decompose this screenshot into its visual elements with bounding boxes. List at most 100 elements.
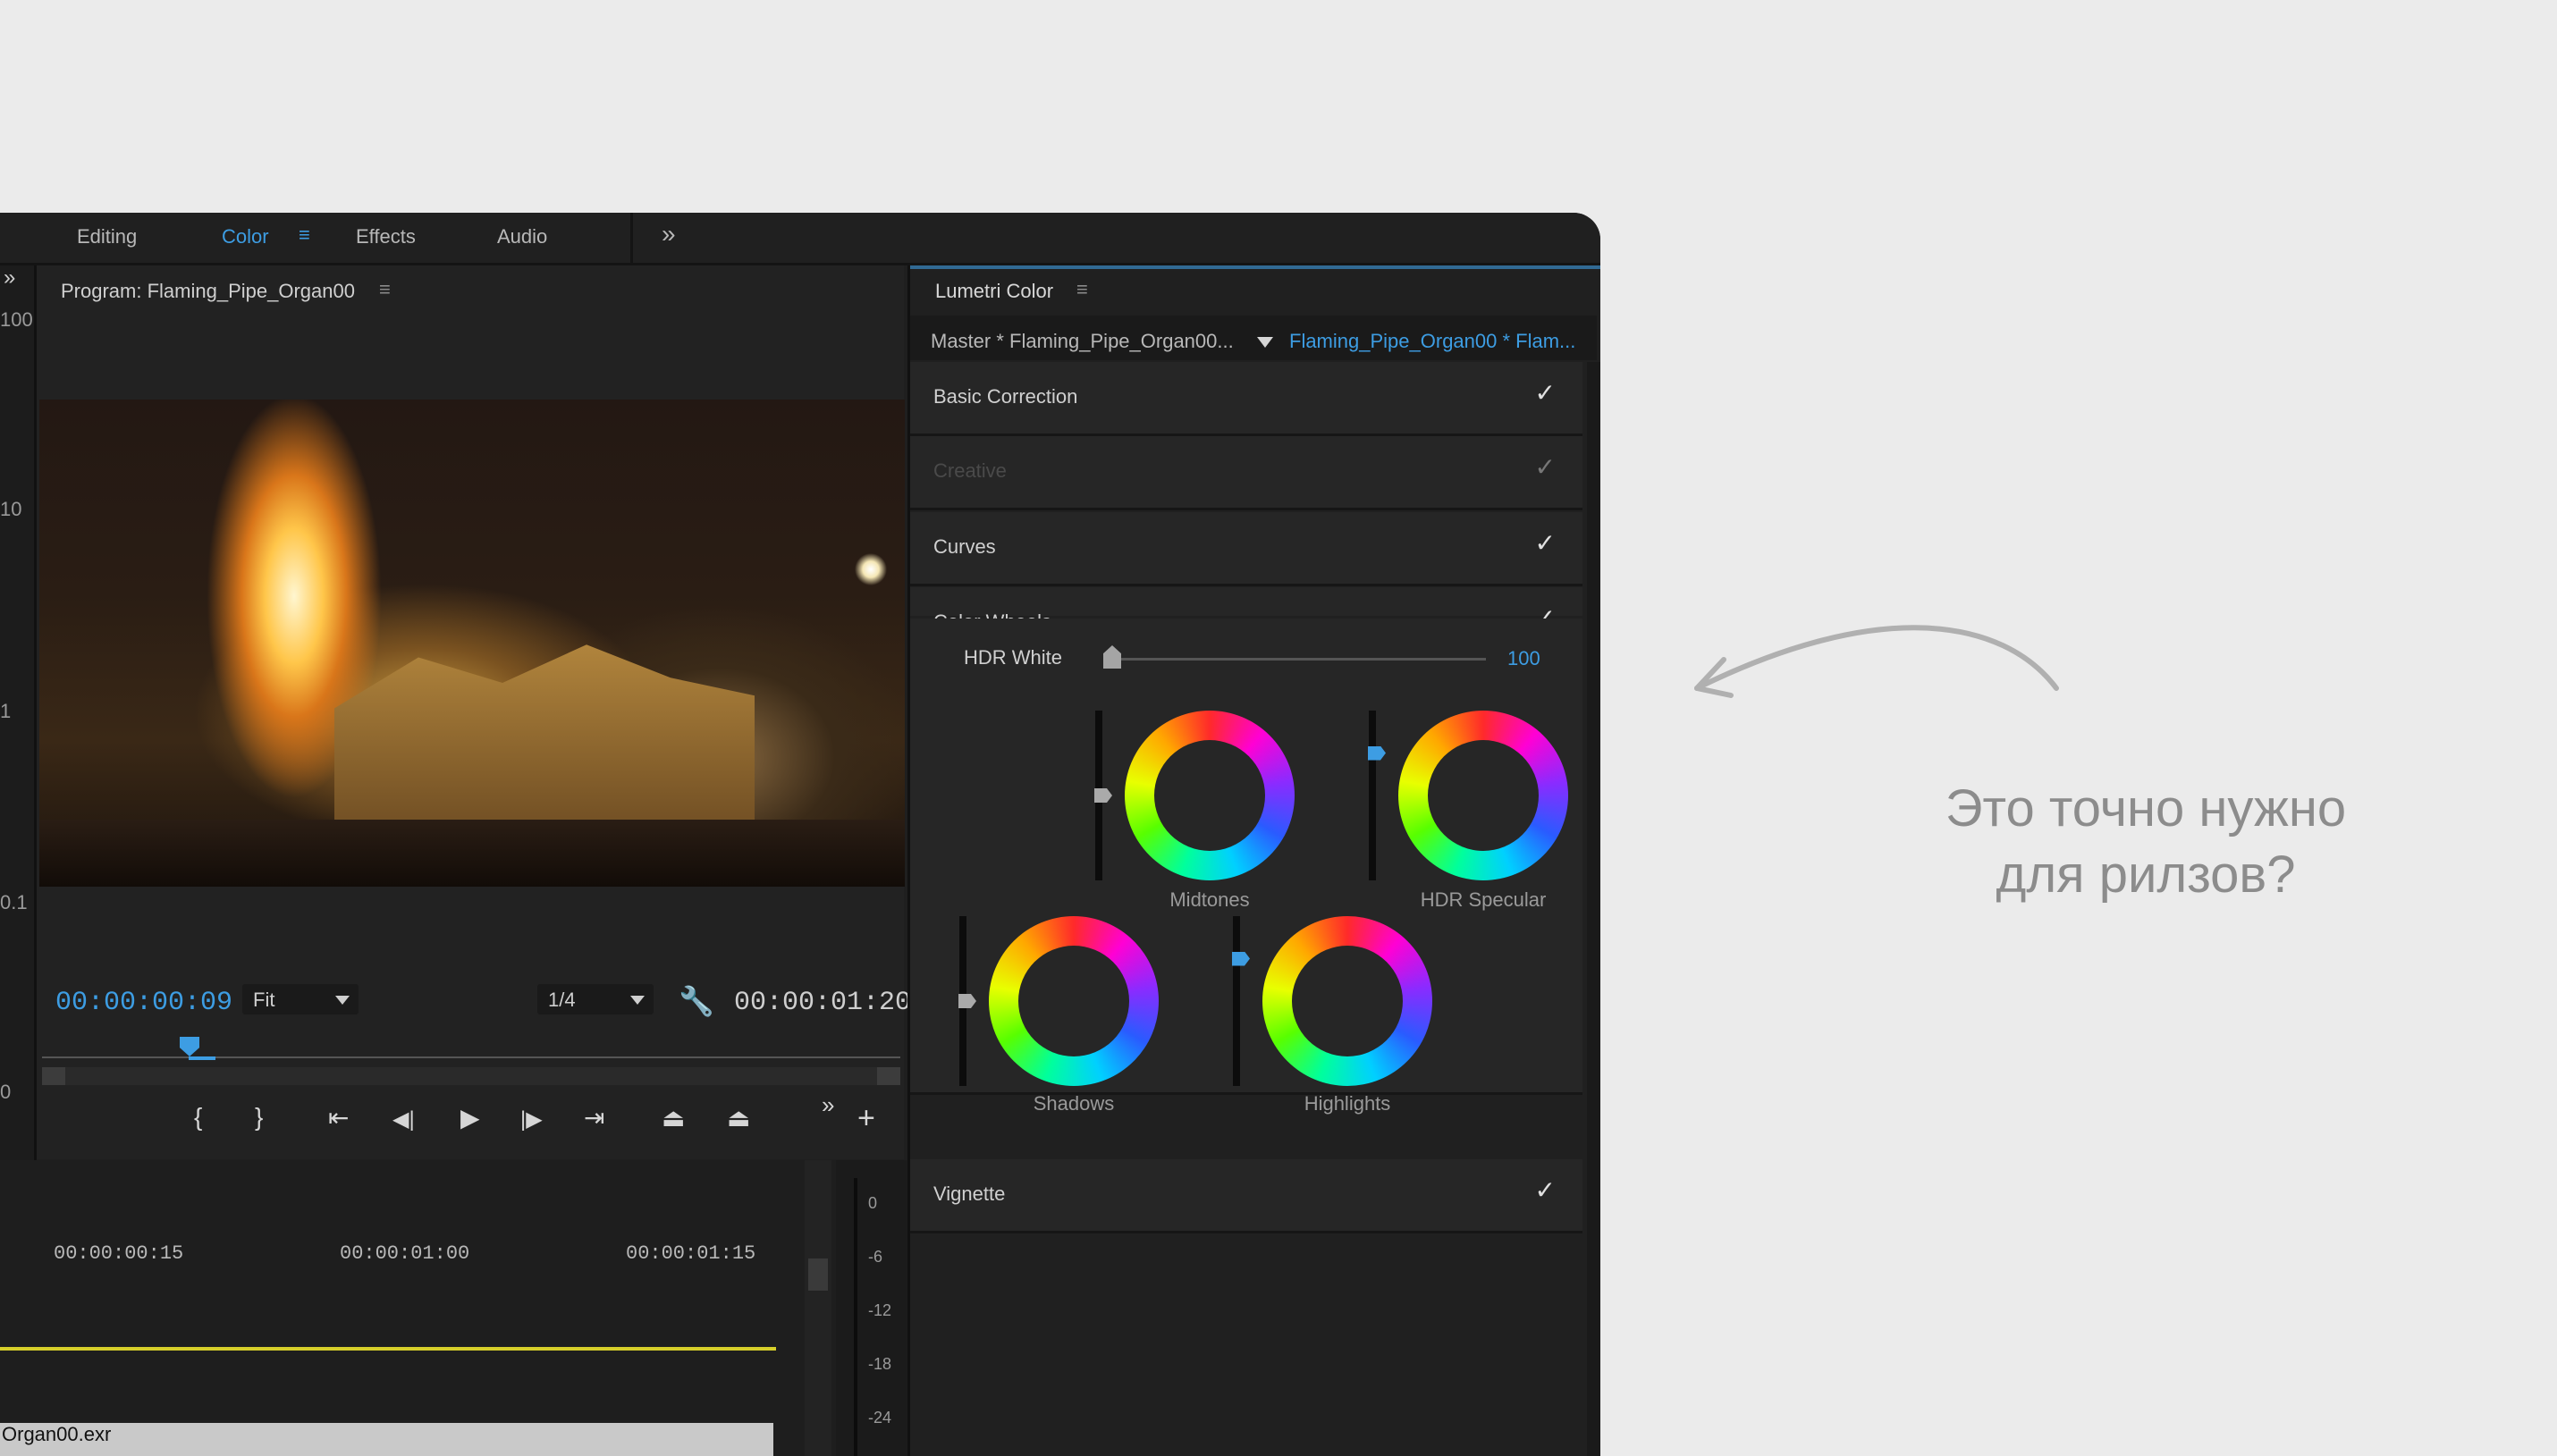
lumetri-title: Lumetri Color <box>935 280 1054 302</box>
curved-arrow-icon <box>1694 625 2059 698</box>
highlights-slider[interactable] <box>1233 916 1240 1086</box>
play-button[interactable]: ▶ <box>460 1103 480 1132</box>
panel-focus-bar <box>910 265 1600 269</box>
section-color-wheels[interactable]: Color Wheels ✓ <box>910 587 1582 633</box>
annotation-line: Это точно нужно <box>1945 779 2347 837</box>
zoom-scrollbar[interactable] <box>42 1067 900 1085</box>
scale-label: 100 <box>0 308 33 331</box>
tab-effects[interactable]: Effects <box>356 225 416 248</box>
lift-button[interactable]: ⏏ <box>662 1103 685 1132</box>
hdr-white-slider[interactable] <box>1110 658 1486 661</box>
section-title: Basic Correction <box>933 385 1078 408</box>
program-monitor: Program: Flaming_Pipe_Organ00 ≡ 00:00:00… <box>37 265 911 1159</box>
panel-scrollbar[interactable] <box>1587 362 1600 1456</box>
step-back-button[interactable]: ◀| <box>392 1107 415 1132</box>
timeline-timecode: 00:00:01:15 <box>626 1242 756 1265</box>
hamburger-icon[interactable]: ≡ <box>299 223 310 247</box>
section-creative[interactable]: Creative ✓ <box>910 436 1582 510</box>
highlights-wheel[interactable] <box>1262 916 1432 1086</box>
hdr-white-value[interactable]: 100 <box>1507 647 1540 670</box>
color-wheels-area: HDR White 100 Midtones HDR Specular Shad… <box>910 619 1582 1115</box>
duration-timecode: 00:00:01:20 <box>734 988 912 1018</box>
checkmark-icon[interactable]: ✓ <box>1535 1175 1556 1205</box>
add-button-icon[interactable]: + <box>857 1101 875 1136</box>
hdr-white-label: HDR White <box>964 646 1063 669</box>
more-workspaces-icon[interactable]: » <box>662 220 676 248</box>
checkmark-icon[interactable]: ✓ <box>1535 452 1556 482</box>
scale-label: 0 <box>0 1081 12 1103</box>
chevron-down-icon[interactable] <box>1257 337 1273 348</box>
meter-label: -24 <box>868 1409 892 1427</box>
tab-color[interactable]: Color <box>222 225 269 248</box>
wheel-label: Midtones <box>1169 888 1250 911</box>
zoom-dropdown[interactable]: Fit <box>242 984 359 1014</box>
program-monitor-title: Program: Flaming_Pipe_Organ00 <box>61 280 355 302</box>
resolution-value: 1/4 <box>548 989 576 1011</box>
meter-label: -12 <box>868 1301 892 1319</box>
scroll-handle[interactable] <box>808 1258 828 1291</box>
current-timecode[interactable]: 00:00:00:09 <box>55 988 232 1018</box>
scroll-handle-right[interactable] <box>877 1067 900 1085</box>
chevron-down-icon <box>335 996 350 1005</box>
panel-menu-icon[interactable]: ≡ <box>1076 278 1088 301</box>
wheel-label: Shadows <box>1033 1092 1115 1115</box>
shadows-slider-handle[interactable] <box>958 994 976 1008</box>
lumetri-color-panel: Lumetri Color ≡ Master * Flaming_Pipe_Or… <box>907 265 1600 1456</box>
work-area-bar[interactable] <box>0 1347 776 1351</box>
timeline-timecode: 00:00:01:00 <box>340 1242 470 1265</box>
expand-panel-icon[interactable]: » <box>4 265 15 290</box>
section-basic-correction[interactable]: Basic Correction ✓ <box>910 362 1582 436</box>
divider <box>630 213 633 263</box>
go-to-out-button[interactable]: ⇥ <box>584 1103 604 1132</box>
playhead-marker <box>189 1056 215 1060</box>
wheel-label: HDR Specular <box>1420 888 1547 911</box>
timeline-panel: 00:00:00:15 00:00:01:00 00:00:01:15 Orga… <box>0 1160 836 1456</box>
midtones-wheel[interactable] <box>1125 711 1295 880</box>
go-to-in-button[interactable]: ⇤ <box>328 1103 349 1132</box>
wheel-label: Highlights <box>1304 1092 1391 1115</box>
audio-meter: 0 -6 -12 -18 -24 <box>836 1160 907 1456</box>
extract-button[interactable]: ⏏ <box>727 1103 750 1132</box>
hdr-specular-wheel[interactable] <box>1398 711 1568 880</box>
meter-label: -18 <box>868 1355 892 1373</box>
clip-name: Organ00.exr <box>2 1423 112 1445</box>
more-buttons-icon[interactable]: » <box>822 1091 834 1119</box>
timeline-scrollbar[interactable] <box>805 1160 831 1456</box>
zoom-value: Fit <box>253 989 275 1011</box>
highlights-slider-handle[interactable] <box>1232 951 1250 966</box>
tab-audio[interactable]: Audio <box>497 225 547 248</box>
section-title: Creative <box>933 459 1007 482</box>
scale-label: 10 <box>0 498 22 520</box>
active-clip-tab[interactable]: Flaming_Pipe_Organ00 * Flam... <box>1289 330 1575 353</box>
hdr-white-handle[interactable] <box>1103 645 1121 669</box>
video-frame <box>39 400 905 887</box>
resolution-dropdown[interactable]: 1/4 <box>537 984 654 1014</box>
workspace-bar: Editing Color ≡ Effects Audio » <box>0 213 1600 265</box>
crowd-silhouette <box>39 820 905 887</box>
hdr-specular-slider[interactable] <box>1369 711 1376 880</box>
scale-label: 0.1 <box>0 891 28 913</box>
scale-label: 1 <box>0 700 12 722</box>
scroll-handle-left[interactable] <box>42 1067 65 1085</box>
section-title: Vignette <box>933 1182 1006 1205</box>
midtones-slider-handle[interactable] <box>1094 788 1112 803</box>
wrench-icon[interactable]: 🔧 <box>679 984 714 1018</box>
panel-menu-icon[interactable]: ≡ <box>379 278 391 301</box>
timeline-timecode: 00:00:00:15 <box>54 1242 184 1265</box>
shadows-wheel[interactable] <box>989 916 1159 1086</box>
step-forward-button[interactable]: |▶ <box>520 1107 543 1132</box>
premiere-window: Editing Color ≡ Effects Audio » » 100 10… <box>0 213 1600 1456</box>
annotation-line: для рилзов? <box>1996 846 2296 904</box>
hdr-specular-slider-handle[interactable] <box>1368 745 1386 761</box>
section-vignette[interactable]: Vignette ✓ <box>910 1159 1582 1233</box>
mark-out-button[interactable]: } <box>255 1103 263 1132</box>
section-curves[interactable]: Curves ✓ <box>910 512 1582 586</box>
checkmark-icon[interactable]: ✓ <box>1535 378 1556 408</box>
checkmark-icon[interactable]: ✓ <box>1535 528 1556 558</box>
tab-editing[interactable]: Editing <box>77 225 137 248</box>
master-clip-tab[interactable]: Master * Flaming_Pipe_Organ00... <box>931 330 1234 353</box>
mark-in-button[interactable]: { <box>194 1103 202 1132</box>
clip[interactable] <box>0 1423 773 1456</box>
chevron-down-icon <box>630 996 645 1005</box>
meter-label: -6 <box>868 1248 883 1266</box>
